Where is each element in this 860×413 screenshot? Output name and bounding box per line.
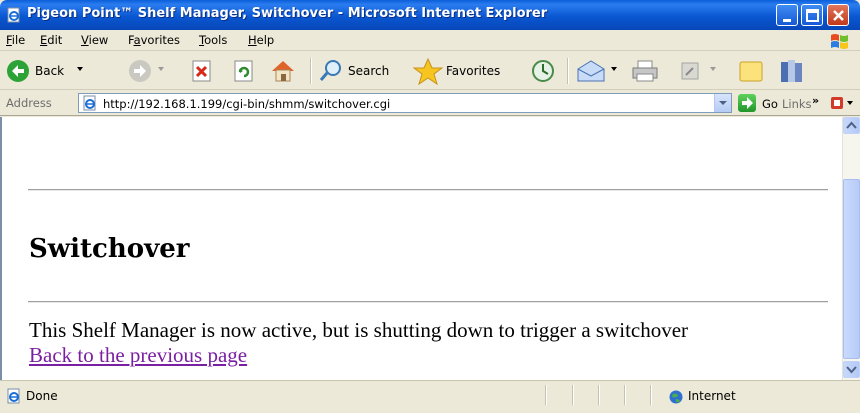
standard-toolbar: Back Search Favorites [0,52,860,90]
mail-button[interactable] [576,52,622,90]
messenger-button[interactable] [777,52,809,90]
address-url[interactable]: http://192.168.1.199/cgi-bin/shmm/switch… [103,97,390,111]
title-bar: Pigeon Point™ Shelf Manager, Switchover … [0,0,860,30]
history-button[interactable] [530,52,558,90]
globe-icon [669,390,683,404]
back-dropdown-icon [77,67,83,71]
research-icon [777,57,807,88]
horizontal-rule [28,301,828,303]
go-arrow-icon[interactable] [738,94,756,112]
forward-button[interactable] [128,52,164,90]
horizontal-rule [28,189,828,191]
address-dropdown-icon[interactable] [714,94,731,112]
page-content: Switchover This Shelf Manager is now act… [0,117,842,380]
search-icon [318,58,344,87]
status-bar: Done Internet [0,380,860,413]
history-icon [530,59,556,86]
menu-file[interactable]: File [6,33,25,47]
scroll-thumb[interactable] [843,179,860,359]
scroll-down-button[interactable] [843,361,860,378]
chevron-right-icon[interactable]: » [812,94,819,107]
back-link[interactable]: Back to the previous page [29,343,247,368]
back-button[interactable]: Back [6,52,92,90]
home-icon [270,58,296,87]
links-label[interactable]: Links [782,97,812,111]
go-button[interactable]: Go [762,97,778,111]
discuss-button[interactable] [738,52,768,90]
star-icon [412,57,444,88]
ie-page-icon [6,388,22,404]
refresh-button[interactable] [233,52,257,90]
edit-icon [680,61,700,84]
security-zone: Internet [688,389,736,403]
refresh-icon [233,60,255,85]
address-label: Address [6,96,52,110]
ie-page-icon [82,95,98,111]
notes-icon [738,59,764,86]
menu-bar: File Edit View Favorites Tools Help [0,30,860,51]
minimize-button[interactable] [776,4,798,26]
menu-favorites[interactable]: Favorites [128,33,180,47]
status-message: This Shelf Manager is now active, but is… [29,318,689,342]
scroll-up-button[interactable] [843,117,860,134]
ie-page-icon [6,7,22,23]
mail-icon [576,59,606,86]
windows-logo-icon [828,32,852,50]
vertical-scrollbar[interactable] [842,117,860,380]
menu-view[interactable]: View [81,33,108,47]
close-button[interactable] [827,4,849,26]
page-heading: Switchover [29,234,190,264]
address-bar: Address http://192.168.1.199/cgi-bin/shm… [0,90,860,116]
favorites-button[interactable]: Favorites [412,52,513,90]
stop-button[interactable] [191,52,215,90]
menu-help[interactable]: Help [248,33,274,47]
address-input[interactable]: http://192.168.1.199/cgi-bin/shmm/switch… [78,93,732,113]
forward-arrow-icon [128,59,152,86]
status-text: Done [26,389,58,403]
maximize-button[interactable] [801,4,823,26]
window-title: Pigeon Point™ Shelf Manager, Switchover … [27,6,548,21]
extension-icon[interactable] [830,95,854,114]
print-button[interactable] [631,52,661,90]
search-button[interactable]: Search [318,52,403,90]
menu-tools[interactable]: Tools [199,33,227,47]
print-icon [631,59,659,86]
edit-button[interactable] [680,52,720,90]
stop-icon [191,60,213,85]
home-button[interactable] [270,52,298,90]
menu-edit[interactable]: Edit [40,33,62,47]
back-arrow-icon [6,59,30,86]
